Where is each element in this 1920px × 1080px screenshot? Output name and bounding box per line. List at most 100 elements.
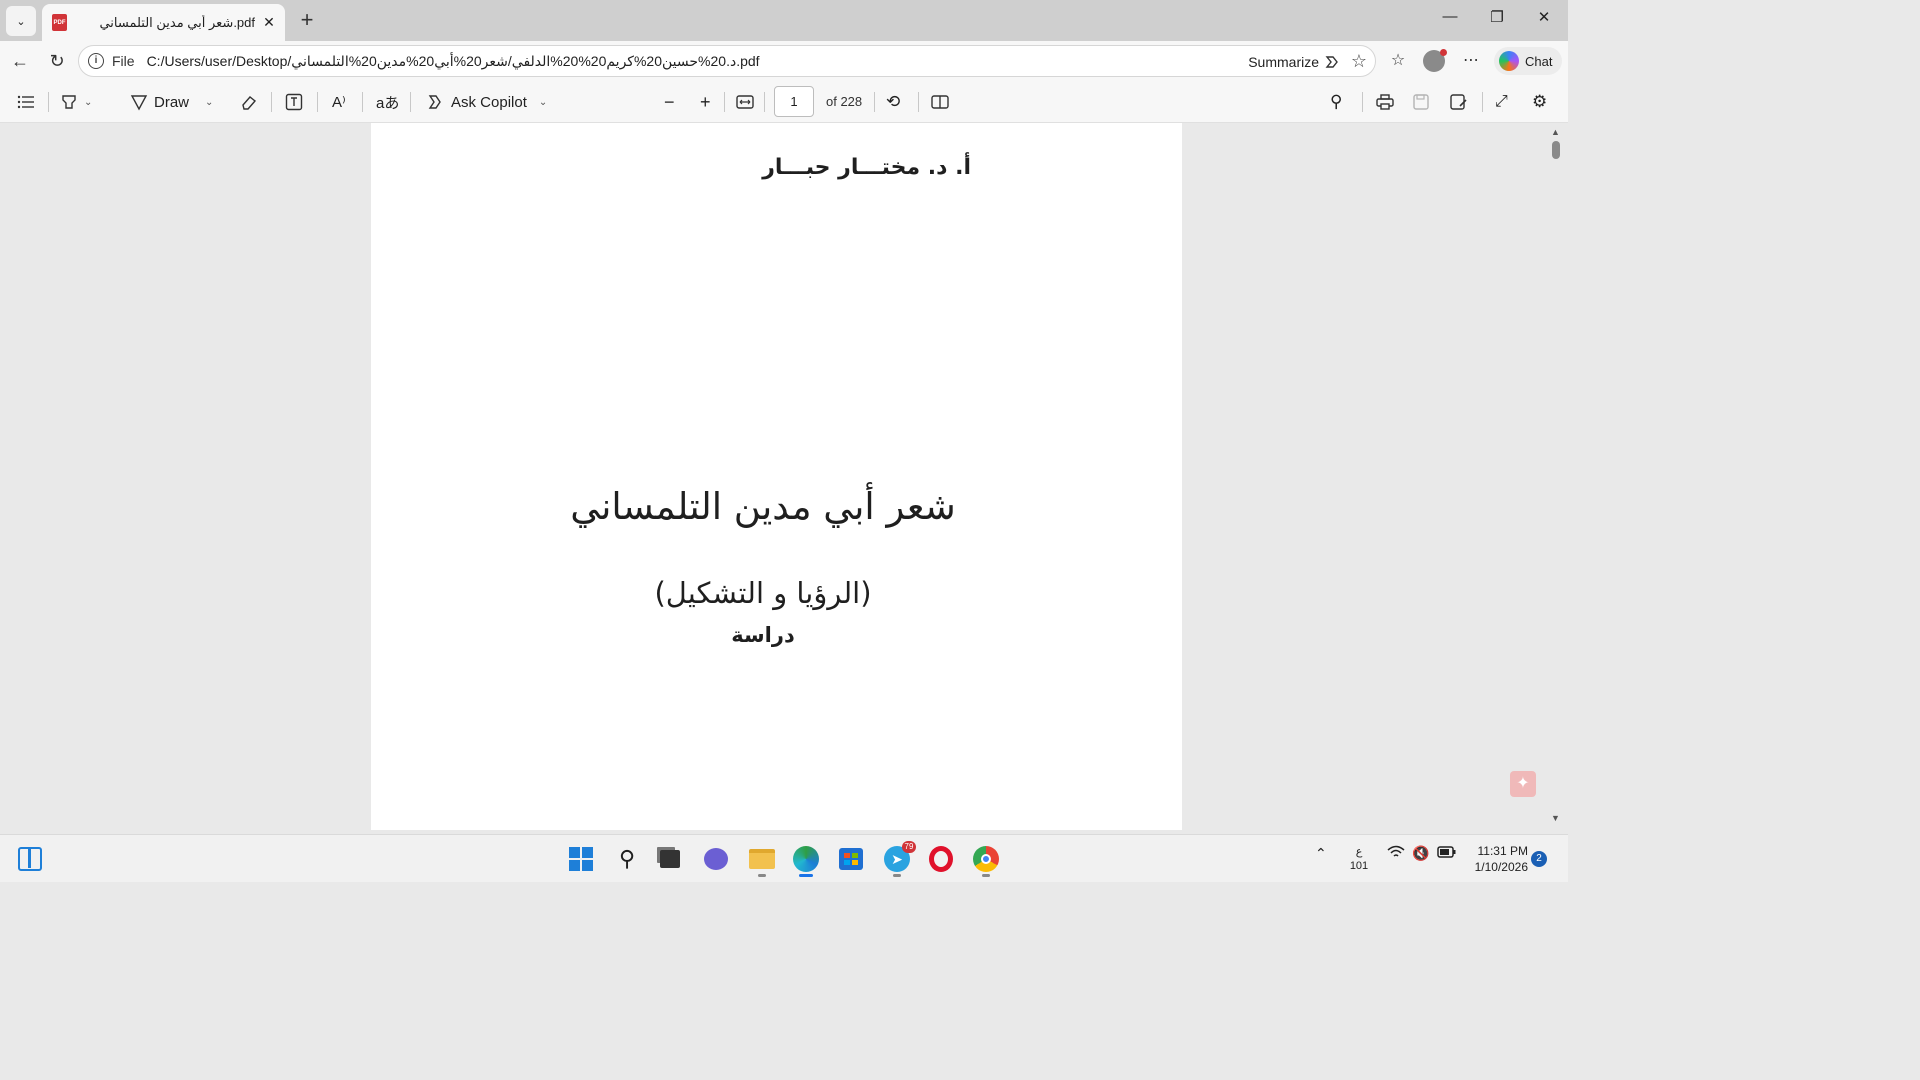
restore-button[interactable]: ❐: [1484, 8, 1510, 32]
task-view-glyph: [660, 850, 680, 868]
rotate-icon[interactable]: ⟲: [886, 90, 900, 114]
printer-glyph: [1376, 94, 1394, 110]
address-bar[interactable]: i File C:/Users/user/Desktop/د.20%حسين20…: [78, 45, 1376, 77]
zoom-in-icon[interactable]: +: [700, 90, 711, 114]
back-icon[interactable]: ←: [8, 49, 32, 73]
language-indicator[interactable]: ع 101: [1348, 845, 1370, 873]
page-view-icon[interactable]: [931, 90, 949, 114]
tab-title: شعر أبي مدين التلمساني.pdf: [99, 14, 255, 30]
print-icon[interactable]: [1376, 90, 1394, 114]
contents-icon[interactable]: [17, 90, 35, 114]
copilot-outline-icon: [1325, 56, 1338, 68]
pdf-page: أ. د. مختـــار حبـــار شعر أبي مدين التل…: [371, 123, 1182, 830]
new-tab-button[interactable]: +: [294, 8, 320, 34]
chrome-icon[interactable]: [971, 844, 1001, 877]
erase-button[interactable]: [240, 90, 258, 114]
summarize-label: Summarize: [1248, 54, 1319, 70]
favorites-icon[interactable]: ☆: [1385, 49, 1411, 73]
volume-muted-icon[interactable]: 🔇: [1412, 845, 1429, 862]
vertical-scrollbar[interactable]: ▲ ▼: [1548, 123, 1564, 830]
scroll-up-arrow-icon[interactable]: ▲: [1551, 127, 1560, 137]
divider: [724, 92, 725, 112]
eraser-icon: [242, 96, 257, 110]
battery-icon[interactable]: [1437, 845, 1457, 862]
close-tab-icon[interactable]: ✕: [261, 14, 277, 31]
scrollbar-thumb[interactable]: [1552, 141, 1560, 159]
meet-icon[interactable]: [701, 844, 731, 874]
fit-to-width-icon[interactable]: [736, 90, 754, 114]
book-subtitle: (الرؤيا و التشكيل): [654, 576, 872, 610]
minimize-button[interactable]: —: [1437, 8, 1463, 32]
refresh-icon[interactable]: ↻: [45, 49, 69, 73]
draw-button[interactable]: Draw ⌄: [130, 90, 213, 114]
folder-glyph: [749, 849, 775, 869]
running-indicator: [982, 874, 990, 877]
summarize-button[interactable]: Summarize: [1248, 53, 1341, 71]
book-genre: دراسة: [731, 623, 795, 647]
more-options-icon[interactable]: ⋯: [1458, 49, 1484, 73]
clock-date: 1/10/2026: [1474, 860, 1528, 874]
divider: [874, 92, 875, 112]
widgets-icon[interactable]: [15, 844, 45, 874]
chevron-down-icon[interactable]: ⌄: [84, 97, 92, 108]
wifi-icon[interactable]: [1387, 845, 1405, 862]
highlighter-icon: [62, 95, 76, 109]
language-script: ع: [1355, 846, 1363, 858]
widgets-glyph: [18, 847, 42, 871]
running-indicator: [758, 874, 766, 877]
clock-time: 11:31 PM: [1477, 844, 1528, 858]
active-indicator: [799, 874, 813, 877]
divider: [918, 92, 919, 112]
running-indicator: [893, 874, 901, 877]
opera-glyph: [929, 846, 953, 872]
windows-logo-icon: [569, 847, 593, 871]
chevron-down-icon[interactable]: ⌄: [205, 97, 213, 108]
save-as-glyph: [1450, 94, 1467, 110]
save-as-icon[interactable]: [1450, 90, 1468, 114]
store-icon[interactable]: [836, 844, 866, 874]
ask-copilot-button[interactable]: Ask Copilot ⌄: [425, 90, 547, 114]
system-clock[interactable]: 11:31 PM 1/10/2026: [1466, 843, 1528, 875]
notification-count-badge[interactable]: 2: [1531, 851, 1547, 867]
scroll-down-arrow-icon[interactable]: ▼: [1551, 813, 1560, 823]
expand-icon[interactable]: ⤢: [1495, 90, 1508, 114]
edge-icon[interactable]: [791, 844, 821, 877]
acrobat-icon[interactable]: ✦: [1510, 771, 1536, 797]
page-total: of 228: [826, 94, 863, 109]
store-glyph: [839, 848, 863, 870]
tab-actions-button[interactable]: ⌄: [6, 6, 36, 36]
start-button[interactable]: [566, 844, 596, 874]
taskbar: ⚲ ➤ 79 ⌃ ع 101 🔇 11:31 PM 1/10/2026 2: [0, 834, 1568, 882]
address-row: ← ↻ i File C:/Users/user/Desktop/د.20%حس…: [0, 41, 1568, 81]
search-icon[interactable]: ⚲: [1330, 90, 1342, 114]
telegram-icon[interactable]: ➤ 79: [882, 841, 916, 877]
chevron-down-icon: ⌄: [16, 15, 26, 28]
task-view-icon[interactable]: [655, 844, 685, 874]
translate-icon[interactable]: aあ: [376, 90, 399, 114]
pdf-icon: PDF: [52, 14, 67, 31]
author-name: أ. د. مختـــار حبـــار: [762, 155, 971, 180]
site-info-icon[interactable]: i: [88, 53, 104, 69]
copilot-icon: [1499, 51, 1519, 71]
tab-active[interactable]: PDF شعر أبي مدين التلمساني.pdf ✕: [42, 4, 285, 41]
show-hidden-icons-chevron-up-icon[interactable]: ⌃: [1315, 845, 1327, 862]
highlight-button[interactable]: ⌄: [60, 90, 92, 114]
add-text-button[interactable]: [285, 90, 303, 114]
edge-glyph: [793, 846, 819, 872]
profile-alert-dot: [1440, 49, 1447, 56]
opera-icon[interactable]: [926, 844, 956, 874]
chevron-down-icon[interactable]: ⌄: [539, 97, 547, 108]
file-explorer-icon[interactable]: [747, 844, 777, 877]
close-window-button[interactable]: ✕: [1531, 8, 1557, 32]
chat-label: Chat: [1525, 53, 1553, 69]
settings-gear-icon[interactable]: ⚙: [1532, 90, 1547, 114]
copilot-chat-button[interactable]: Chat: [1494, 47, 1562, 75]
url-text[interactable]: C:/Users/user/Desktop/د.20%حسين20%كريم20…: [147, 53, 760, 70]
read-aloud-icon[interactable]: A⁾: [332, 90, 346, 114]
divider: [317, 92, 318, 112]
title-bar: ⌄ PDF شعر أبي مدين التلمساني.pdf ✕ + — ❐…: [0, 0, 1568, 41]
search-taskbar-icon[interactable]: ⚲: [612, 844, 642, 874]
favorite-star-icon[interactable]: ☆: [1351, 51, 1367, 72]
zoom-out-icon[interactable]: −: [664, 90, 675, 114]
page-number-input[interactable]: 1: [774, 86, 814, 117]
